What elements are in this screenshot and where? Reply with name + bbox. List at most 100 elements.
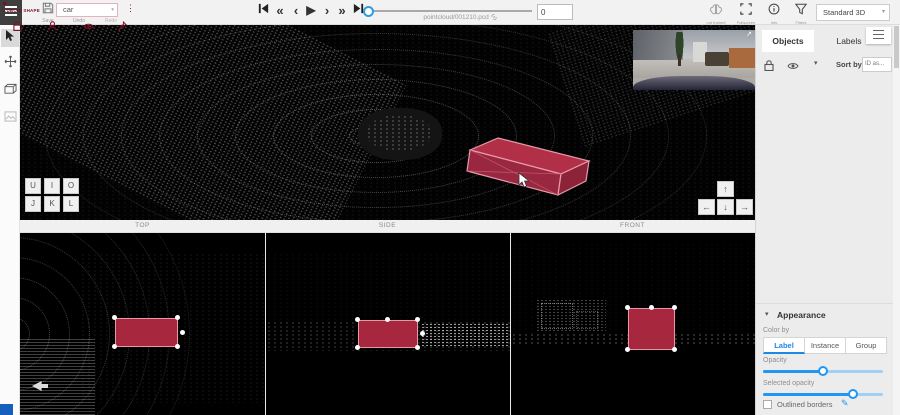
object-class-value: car (63, 5, 73, 14)
key-hint-u[interactable]: U (25, 178, 41, 194)
step-forward-button[interactable]: › (319, 2, 335, 20)
cuboid-annotation-top[interactable] (115, 318, 178, 347)
object-author-button[interactable] (48, 18, 57, 36)
layout-mode-select[interactable]: Standard 3D ▾ (816, 4, 890, 21)
dense-points-cluster (536, 299, 606, 331)
fast-forward-button[interactable]: » (334, 2, 350, 20)
image-icon (4, 111, 17, 122)
side-view-label: SIDE (265, 222, 510, 229)
object-menu-button[interactable]: ⋮ (126, 3, 135, 14)
cuboid-annotation[interactable] (460, 130, 600, 205)
neural-net-button[interactable]: not trained (703, 2, 729, 23)
lock-icon (13, 21, 22, 31)
skip-to-start-button[interactable] (255, 2, 271, 20)
resize-handle[interactable] (175, 344, 180, 349)
resize-handle[interactable] (672, 305, 677, 310)
expand-icon[interactable]: ↗ (746, 30, 752, 38)
key-hint-o[interactable]: O (63, 178, 79, 194)
thumb-tree-trunk (678, 54, 681, 66)
resize-handle[interactable] (415, 317, 420, 322)
rotate-handle[interactable] (180, 330, 185, 335)
thumb-orange-wall (729, 48, 755, 68)
mode-select-value: Standard 3D (823, 8, 865, 17)
object-class-select[interactable]: car ▾ (56, 3, 118, 17)
rotate-handle[interactable] (420, 331, 425, 336)
pointcloud-labeling-app: Menu Save ↶ Undo ↷ Redo « ‹ ▶ › » pointc… (0, 0, 900, 415)
cuboid-annotation-side[interactable] (358, 320, 418, 348)
outlined-borders-checkbox[interactable] (763, 400, 772, 409)
resize-handle[interactable] (355, 345, 360, 350)
current-file-name: pointcloud/001210.pcd (380, 14, 540, 21)
image-context-tool-button[interactable] (1, 109, 19, 127)
tab-objects[interactable]: Objects (762, 30, 814, 52)
key-hint-k[interactable]: K (44, 196, 60, 212)
top-view[interactable] (20, 233, 265, 415)
resize-handle[interactable] (175, 315, 180, 320)
key-hint-j[interactable]: J (25, 196, 41, 212)
color-by-group-button[interactable]: Group (846, 337, 887, 354)
play-button[interactable]: ▶ (303, 2, 319, 20)
move-icon (4, 55, 17, 68)
top-toolbar: Menu Save ↶ Undo ↷ Redo « ‹ ▶ › » pointc… (0, 0, 900, 25)
panel-scrollbar-thumb[interactable] (894, 26, 899, 68)
timeline-slider-handle[interactable] (363, 6, 374, 17)
color-by-instance-button[interactable]: Instance (805, 337, 846, 354)
resize-handle[interactable] (415, 345, 420, 350)
pan-tool-button[interactable] (1, 55, 19, 73)
resize-handle[interactable] (112, 315, 117, 320)
resize-handle[interactable] (672, 347, 677, 352)
resize-handle[interactable] (355, 317, 360, 322)
object-shape-label: CUBOID SHAPE (3, 8, 40, 13)
front-view[interactable] (511, 233, 755, 415)
eye-icon (787, 61, 799, 71)
pencil-icon[interactable]: ✎ (841, 398, 849, 409)
mouse-cursor (518, 172, 530, 188)
info-button[interactable]: Info (761, 2, 787, 23)
cuboid-tool-button[interactable] (1, 82, 19, 100)
object-visibility-button[interactable] (83, 18, 94, 36)
timeline-slider-track[interactable] (368, 10, 532, 12)
panel-scrollbar[interactable] (893, 25, 900, 415)
resize-handle[interactable] (625, 347, 630, 352)
nav-down-button[interactable]: ↓ (717, 199, 734, 215)
side-view[interactable] (266, 233, 510, 415)
fast-backward-button[interactable]: « (272, 2, 288, 20)
object-lock-button[interactable] (13, 18, 22, 36)
selected-opacity-label: Selected opacity (763, 380, 814, 387)
object-pin-button[interactable] (118, 18, 127, 36)
resize-handle[interactable] (649, 305, 654, 310)
link-icon[interactable] (491, 14, 497, 20)
key-hint-i[interactable]: I (44, 178, 60, 194)
resize-handle[interactable] (385, 317, 390, 322)
fullscreen-icon (740, 3, 752, 15)
frame-number-input[interactable] (537, 4, 573, 20)
resize-handle[interactable] (112, 344, 117, 349)
cuboid-annotation-front[interactable] (628, 308, 675, 350)
selected-opacity-slider-handle[interactable] (848, 389, 858, 399)
nav-up-button[interactable]: ↑ (717, 181, 734, 197)
fullscreen-button[interactable]: Fullscreen (733, 2, 759, 23)
front-view-label: FRONT (510, 222, 755, 229)
color-by-label: Color by (763, 327, 789, 334)
person-icon (48, 21, 57, 31)
nav-right-button[interactable]: → (736, 199, 753, 215)
filters-button[interactable]: Filters (788, 2, 814, 23)
visibility-filter-button[interactable] (787, 58, 799, 76)
resize-handle[interactable] (625, 305, 630, 310)
collapse-icon[interactable]: ▾ (765, 310, 769, 318)
outlined-borders-label: Outlined borders (777, 400, 832, 409)
sort-order-select[interactable]: ID as... (862, 57, 892, 72)
lock-filter-button[interactable] (764, 58, 774, 76)
opacity-slider-handle[interactable] (818, 366, 828, 376)
tab-labels[interactable]: Labels (826, 30, 872, 52)
sort-order-value: ID as... (865, 61, 884, 67)
step-backward-button[interactable]: ‹ (288, 2, 304, 20)
appearance-title[interactable]: Appearance (777, 310, 826, 320)
camera-context-thumbnail[interactable]: ↗ (633, 30, 755, 90)
expand-all-button[interactable]: ▾ (814, 59, 818, 67)
main-3d-view[interactable]: U I O J K L ↑ ← ↓ → ↗ (20, 25, 755, 220)
nav-left-button[interactable]: ← (698, 199, 715, 215)
app-badge[interactable] (0, 404, 13, 415)
key-hint-l[interactable]: L (63, 196, 79, 212)
color-by-label-button[interactable]: Label (763, 337, 805, 354)
